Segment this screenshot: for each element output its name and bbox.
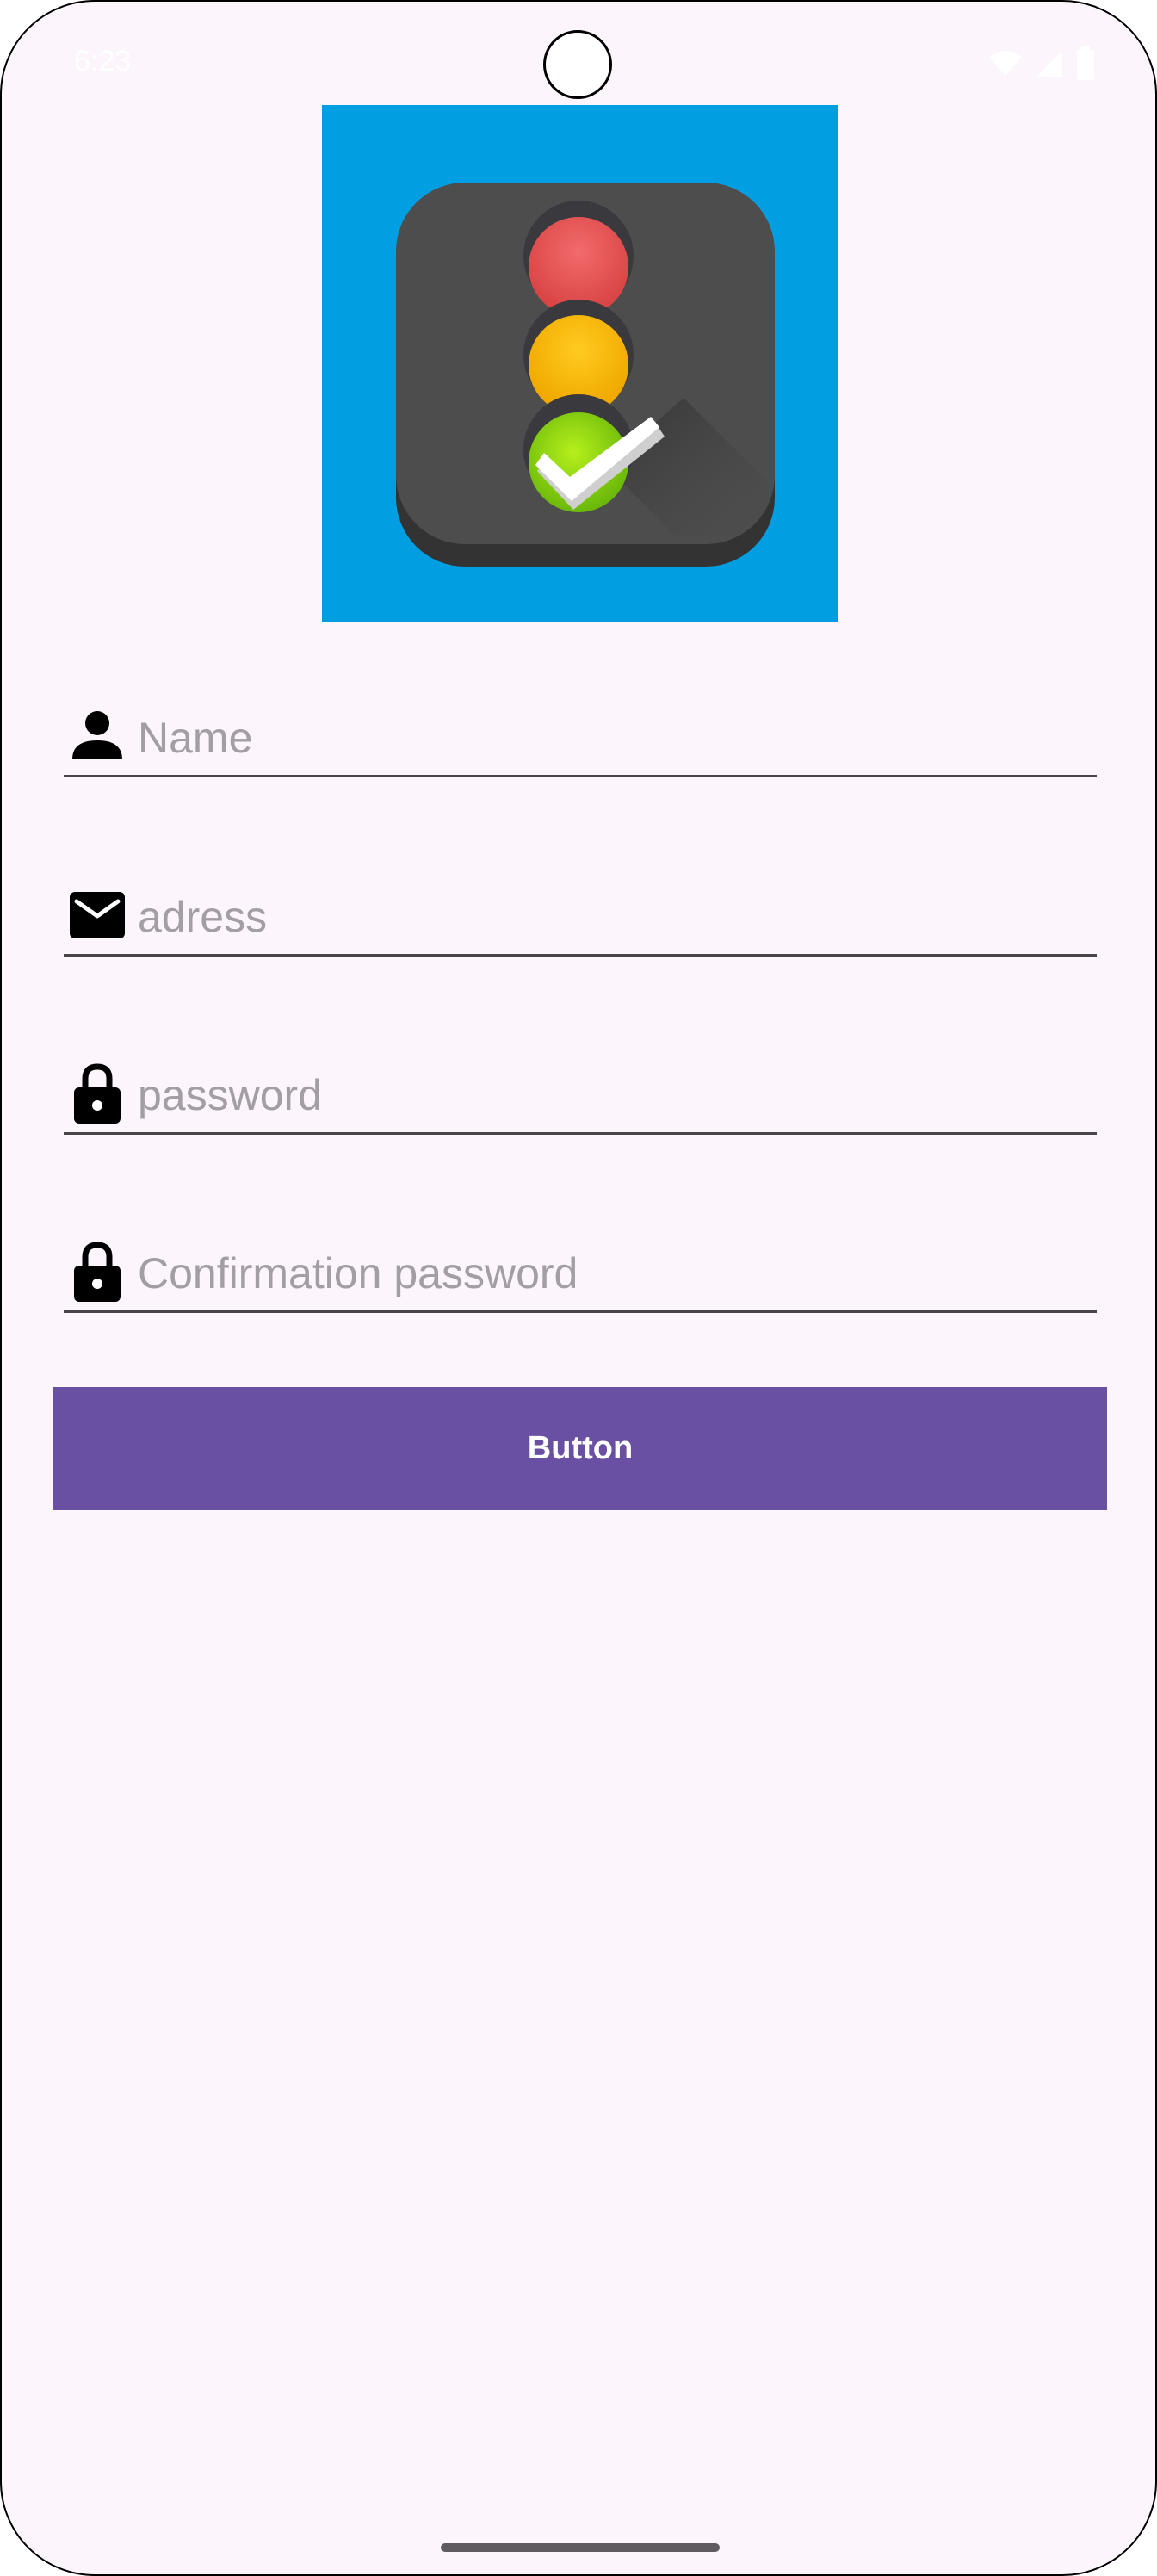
battery-icon xyxy=(1077,46,1094,80)
app-logo xyxy=(322,105,838,622)
confirm-password-placeholder: Confirmation password xyxy=(138,1249,578,1297)
submit-button[interactable]: Button xyxy=(53,1387,1107,1510)
status-icons xyxy=(988,46,1095,81)
password-field[interactable]: password xyxy=(64,1055,1097,1135)
home-indicator[interactable] xyxy=(441,2543,720,2552)
traffic-light-check-icon xyxy=(396,183,775,567)
address-field[interactable]: adress xyxy=(64,876,1097,957)
wifi-icon xyxy=(989,51,1022,76)
person-icon xyxy=(72,711,122,759)
phone-screen: 6:23 Name adress password Confirmation p… xyxy=(0,0,1157,2576)
name-field[interactable]: Name xyxy=(64,697,1097,777)
name-placeholder: Name xyxy=(138,714,253,762)
password-placeholder: password xyxy=(138,1071,322,1119)
cellular-signal-icon xyxy=(1036,51,1062,77)
address-placeholder: adress xyxy=(138,893,268,941)
lock-icon xyxy=(74,1063,121,1124)
camera-cutout xyxy=(543,30,612,99)
confirm-password-field[interactable]: Confirmation password xyxy=(64,1233,1097,1313)
lock-icon xyxy=(74,1242,121,1302)
status-time: 6:23 xyxy=(74,45,132,77)
email-icon xyxy=(70,892,125,938)
